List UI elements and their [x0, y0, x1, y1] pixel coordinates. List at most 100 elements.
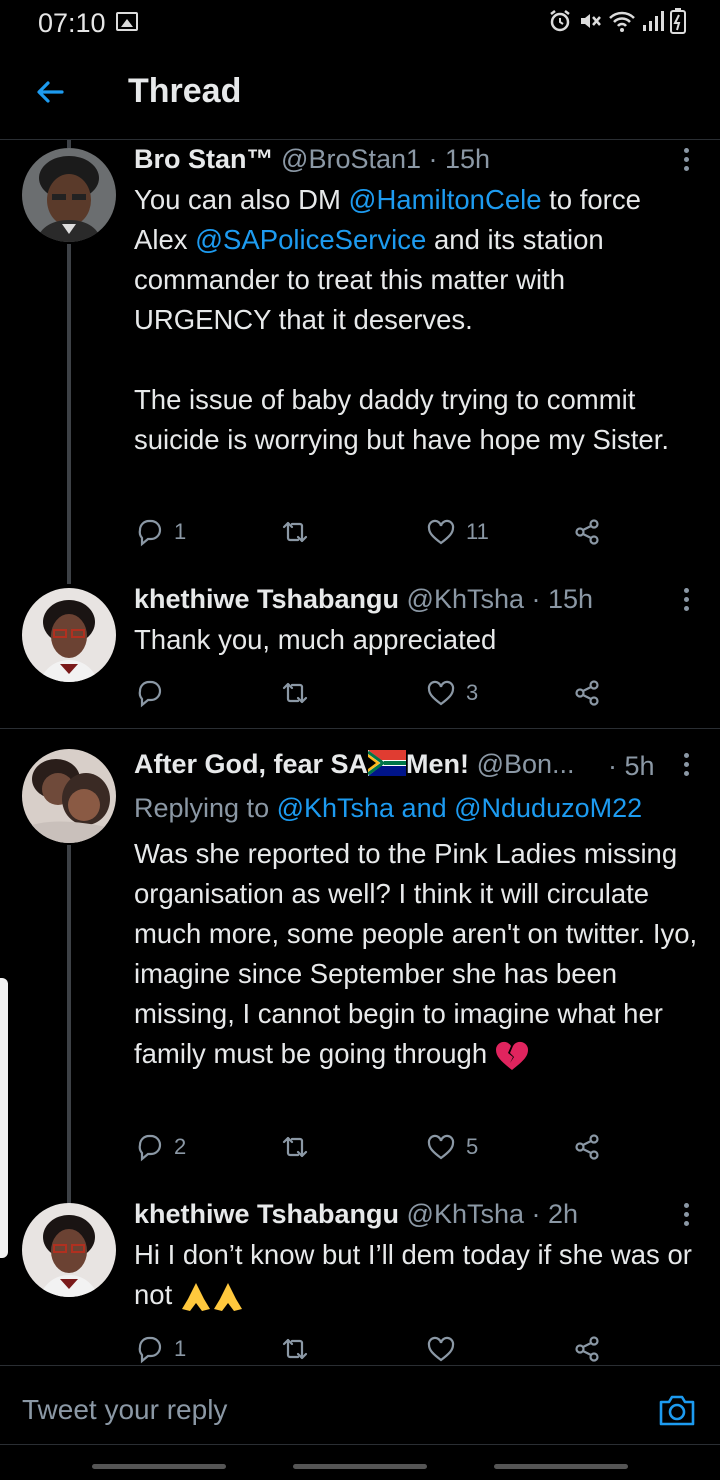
tweet-meta: khethiwe Tshabangu @KhTsha · 15h — [134, 584, 670, 615]
mute-icon — [581, 14, 601, 28]
tweet-text-part: Was she reported to the Pink Ladies miss… — [134, 838, 698, 1069]
author-name[interactable]: khethiwe Tshabangu — [134, 584, 399, 614]
tweet-time: · 5h — [608, 751, 655, 781]
more-options-icon[interactable] — [682, 1203, 690, 1229]
arrow-left-icon[interactable] — [30, 72, 70, 112]
nav-recents[interactable] — [92, 1464, 226, 1469]
like-button[interactable] — [426, 1332, 466, 1366]
author-handle[interactable]: @Bon... — [477, 749, 575, 779]
tweet[interactable]: Bro Stan™ @BroStan1 · 15h You can also D… — [0, 140, 720, 584]
reply-icon — [138, 680, 162, 708]
system-nav-bar — [0, 1446, 720, 1480]
avatar-photo — [22, 148, 116, 242]
reply-icon — [138, 1336, 162, 1364]
heart-icon — [427, 1336, 455, 1362]
share-icon — [575, 1336, 599, 1362]
reply-button[interactable]: 2 — [134, 1130, 186, 1164]
folded-hands-icon — [181, 1282, 242, 1311]
reply-count: 2 — [174, 1134, 187, 1159]
thread-line — [67, 845, 71, 1245]
share-button[interactable] — [572, 515, 602, 549]
share-icon — [575, 519, 599, 545]
replying-to-links[interactable]: @KhTsha and @NduduzoM22 — [277, 793, 643, 823]
author-name[interactable]: khethiwe Tshabangu — [134, 1199, 399, 1229]
author-name-suffix[interactable]: Men! — [406, 749, 469, 779]
author-name[interactable]: Bro Stan™ — [134, 144, 274, 174]
avatar-photo — [22, 588, 116, 682]
like-count: 3 — [466, 680, 479, 705]
tweet[interactable]: After God, fear SA Men! @Bon... · 5h Repl… — [0, 745, 720, 1245]
reply-icon — [138, 519, 162, 547]
reply-icon — [138, 1134, 162, 1162]
page-title: Thread — [128, 72, 242, 110]
retweet-button[interactable] — [280, 1332, 320, 1366]
more-options-icon[interactable] — [682, 753, 690, 779]
image-icon — [116, 12, 138, 31]
more-options-icon[interactable] — [682, 588, 690, 614]
reply-count: 1 — [174, 519, 187, 544]
avatar[interactable] — [22, 749, 116, 843]
tweet-text: Was she reported to the Pink Ladies miss… — [134, 834, 704, 1074]
wifi-icon — [609, 11, 635, 32]
retweet-icon — [282, 1338, 308, 1360]
tweet-meta: After God, fear SA Men! @Bon... — [134, 749, 630, 780]
share-button[interactable] — [572, 676, 602, 710]
nav-back[interactable] — [494, 1464, 628, 1469]
camera-icon[interactable] — [657, 1392, 697, 1428]
mention-link[interactable]: @SAPoliceService — [195, 224, 426, 255]
reply-button[interactable]: 1 — [134, 515, 186, 549]
more-options-icon[interactable] — [682, 148, 690, 174]
retweet-icon — [282, 1136, 308, 1158]
author-handle[interactable]: @BroStan1 — [281, 144, 421, 174]
tweet-actions: 3 — [134, 676, 614, 710]
broken-heart-icon — [495, 1041, 528, 1070]
retweet-button[interactable] — [280, 1130, 320, 1164]
status-icons — [548, 8, 686, 34]
tweet-actions: 1 — [134, 1332, 614, 1366]
alarm-icon — [550, 10, 570, 32]
mention-link[interactable]: @HamiltonCele — [349, 184, 542, 215]
retweet-button[interactable] — [280, 515, 320, 549]
avatar-photo — [22, 749, 116, 843]
reply-button[interactable] — [134, 676, 174, 710]
tweet-actions: 1 11 — [134, 515, 614, 549]
avatar[interactable] — [22, 1203, 116, 1297]
tweet[interactable]: khethiwe Tshabangu @KhTsha · 15h Thank y… — [0, 580, 720, 725]
share-button[interactable] — [572, 1332, 602, 1366]
retweet-button[interactable] — [280, 676, 320, 710]
tweet-text-part: and its station commander to treat this … — [134, 224, 669, 455]
share-button[interactable] — [572, 1130, 602, 1164]
author-handle[interactable]: @KhTsha — [407, 584, 524, 614]
thread-line — [67, 244, 71, 584]
replying-to-label: Replying to — [134, 793, 277, 823]
avatar[interactable] — [22, 588, 116, 682]
signal-icon — [643, 11, 664, 31]
like-count: 11 — [466, 519, 489, 544]
tweet-meta: khethiwe Tshabangu @KhTsha · 2h — [134, 1199, 670, 1230]
reply-input[interactable]: Tweet your reply — [22, 1394, 227, 1426]
tweet-actions: 2 5 — [134, 1130, 614, 1164]
heart-icon — [427, 1134, 455, 1160]
tweet-text: You can also DM @HamiltonCele to force A… — [134, 180, 704, 460]
tweet[interactable]: khethiwe Tshabangu @KhTsha · 2h Hi I don… — [0, 1195, 720, 1365]
share-icon — [575, 1134, 599, 1160]
tweet-time: · 15h — [428, 144, 491, 174]
heart-icon — [427, 519, 455, 545]
tweet-text-part: You can also DM — [134, 184, 349, 215]
avatar[interactable] — [22, 148, 116, 242]
south-africa-flag-icon — [367, 750, 407, 776]
battery-icon — [670, 8, 686, 34]
author-handle[interactable]: @KhTsha — [407, 1199, 524, 1229]
like-button[interactable]: 3 — [426, 676, 478, 710]
tweet-time: · 15h — [531, 584, 594, 614]
reply-button[interactable]: 1 — [134, 1332, 186, 1366]
like-button[interactable]: 11 — [426, 515, 489, 549]
heart-icon — [427, 680, 455, 706]
like-button[interactable]: 5 — [426, 1130, 478, 1164]
edge-panel-handle[interactable] — [0, 978, 8, 1258]
retweet-icon — [282, 682, 308, 704]
nav-home[interactable] — [293, 1464, 427, 1469]
thread-header: Thread — [0, 48, 720, 140]
author-name[interactable]: After God, fear SA — [134, 749, 368, 779]
share-icon — [575, 680, 599, 706]
